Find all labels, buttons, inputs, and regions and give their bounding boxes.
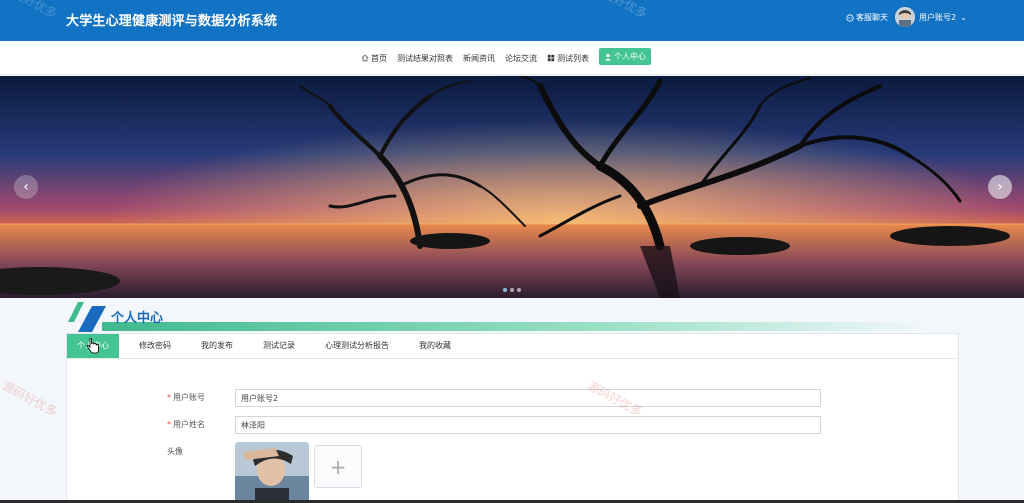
nav-result-table-label: 测试结果对照表: [397, 53, 453, 63]
nav-test-list-label: 测试列表: [557, 53, 589, 63]
banner-next-button[interactable]: ›: [988, 175, 1012, 199]
name-label-text: 用户姓名: [173, 420, 205, 429]
top-header: 大学生心理健康测评与数据分析系统 客服聊天 用户账号2 ⌄: [0, 0, 1024, 41]
required-mark: *: [167, 420, 171, 429]
nav-home[interactable]: 首页: [361, 53, 387, 64]
username: 用户账号2: [919, 12, 957, 22]
nav-forum-label: 论坛交流: [505, 53, 537, 63]
nav-forum[interactable]: 论坛交流: [505, 53, 537, 64]
chat-icon: [846, 13, 854, 22]
account-input[interactable]: [235, 389, 821, 407]
watermark: 源码好优多: [0, 378, 60, 420]
nav-news[interactable]: 新闻资讯: [463, 53, 495, 64]
avatar-label: 头像: [167, 447, 183, 456]
nav-test-list[interactable]: 测试列表: [547, 53, 589, 64]
user-icon: [605, 53, 611, 61]
banner-dot-1[interactable]: [503, 288, 507, 292]
banner-dot-2[interactable]: [510, 288, 514, 292]
banner-indicators: [503, 288, 521, 292]
tab-analysis-report[interactable]: 心理测试分析报告: [315, 334, 399, 358]
account-label-text: 用户账号: [173, 393, 205, 402]
tab-change-password[interactable]: 修改密码: [129, 334, 181, 358]
chevron-left-icon: ‹: [23, 179, 29, 195]
nav-news-label: 新闻资讯: [463, 53, 495, 63]
required-mark: *: [167, 393, 171, 402]
nav-home-label: 首页: [371, 53, 387, 63]
user-menu[interactable]: 用户账号2 ⌄: [895, 7, 967, 27]
account-label: * 用户账号: [167, 392, 227, 403]
customer-chat-link[interactable]: 客服聊天: [846, 12, 888, 23]
main-nav: 首页 测试结果对照表 新闻资讯 论坛交流 测试列表 个人中心: [0, 41, 1024, 75]
banner-dot-3[interactable]: [517, 288, 521, 292]
avatar-upload-button[interactable]: +: [314, 445, 362, 488]
nav-personal-center[interactable]: 个人中心: [599, 48, 651, 65]
tab-test-records[interactable]: 测试记录: [253, 334, 305, 358]
banner-carousel[interactable]: ‹ ›: [0, 76, 1024, 298]
avatar-image[interactable]: [235, 442, 309, 503]
banner-prev-button[interactable]: ‹: [14, 175, 38, 199]
profile-tabs: 个人中心 修改密码 我的发布 测试记录 心理测试分析报告 我的收藏: [67, 334, 958, 359]
name-label: * 用户姓名: [167, 419, 227, 430]
plus-icon: +: [329, 454, 347, 479]
nav-result-table[interactable]: 测试结果对照表: [397, 53, 453, 64]
home-icon: [361, 54, 369, 62]
chat-label: 客服聊天: [856, 13, 888, 22]
hand-cursor-icon: [86, 338, 99, 354]
section-header: 个人中心: [66, 298, 946, 334]
nav-personal-center-label: 个人中心: [614, 52, 646, 61]
app-title: 大学生心理健康测评与数据分析系统: [66, 14, 278, 29]
chevron-right-icon: ›: [997, 179, 1003, 195]
chevron-down-icon: ⌄: [960, 12, 967, 22]
tab-my-favorites[interactable]: 我的收藏: [409, 334, 461, 358]
tab-my-posts[interactable]: 我的发布: [191, 334, 243, 358]
avatar: [895, 7, 915, 27]
name-input[interactable]: [235, 416, 821, 434]
profile-card: 个人中心 修改密码 我的发布 测试记录 心理测试分析报告 我的收藏 *用户账号 …: [66, 333, 959, 503]
section-title: 个人中心: [111, 311, 164, 326]
banner-image: [0, 76, 1024, 298]
section-underline: [102, 322, 932, 331]
grid-icon: [547, 54, 555, 62]
